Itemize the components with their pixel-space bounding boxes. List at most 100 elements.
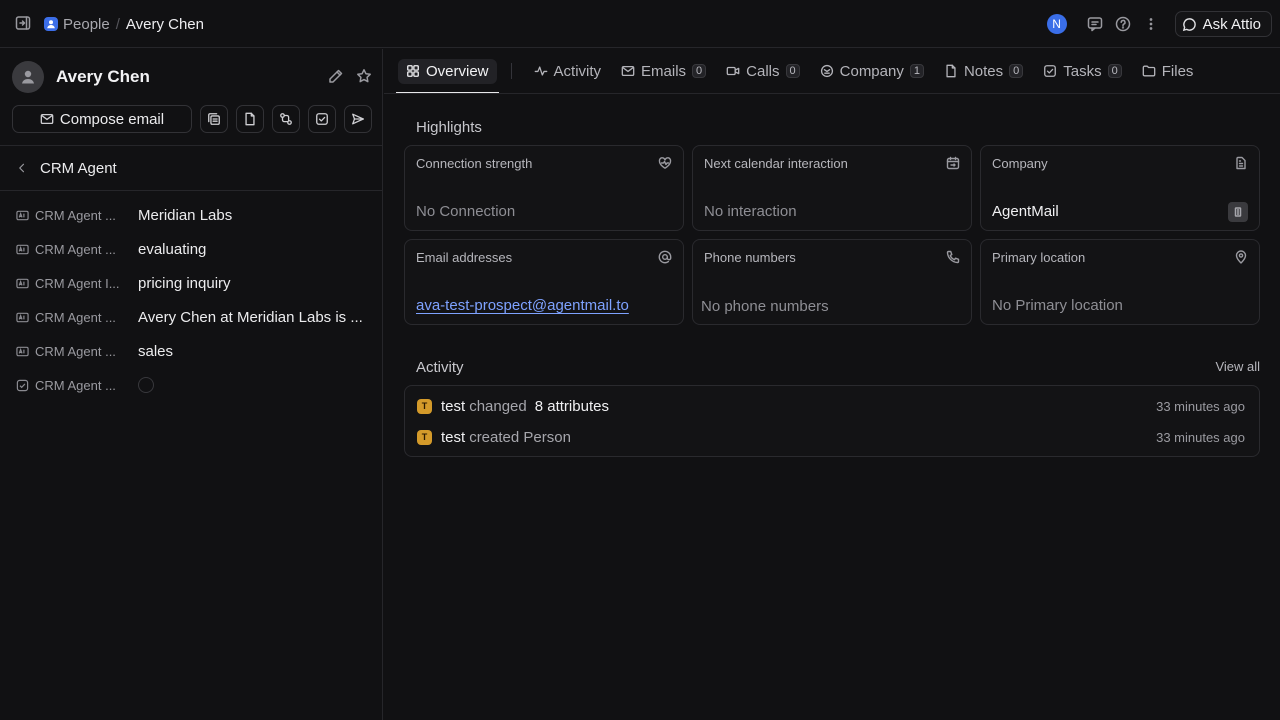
company-icon bbox=[820, 64, 833, 78]
chat-bubble-icon bbox=[1182, 17, 1196, 31]
tab-overview[interactable]: Overview bbox=[396, 49, 499, 93]
compose-email-button[interactable]: Compose email bbox=[12, 105, 192, 133]
add-task-button[interactable] bbox=[308, 105, 336, 133]
attribute-label: CRM Agent ... bbox=[35, 377, 116, 393]
email-link[interactable]: ava-test-prospect@agentmail.to bbox=[416, 297, 629, 314]
edit-pencil-icon[interactable] bbox=[328, 68, 344, 84]
activity-actor[interactable]: test bbox=[441, 429, 465, 446]
checkbox-attribute-icon bbox=[16, 379, 29, 391]
building-icon bbox=[1234, 156, 1248, 170]
attribute-label: CRM Agent ... bbox=[35, 207, 116, 223]
text-attribute-icon bbox=[16, 346, 29, 356]
highlight-card-next-calendar[interactable]: Next calendar interaction No interaction bbox=[692, 145, 972, 231]
send-icon bbox=[352, 113, 364, 125]
attribute-checkbox[interactable] bbox=[138, 377, 154, 393]
activity-feed: T test changed 8 attributes 33 minutes a… bbox=[404, 385, 1260, 457]
record-main: Overview Activity Emails 0 Calls 0 Compa… bbox=[384, 49, 1280, 720]
actor-avatar: T bbox=[417, 398, 432, 414]
user-avatar[interactable]: N bbox=[1046, 14, 1067, 34]
tab-company[interactable]: Company 1 bbox=[810, 49, 934, 93]
attribute-value[interactable]: Meridian Labs bbox=[138, 207, 232, 224]
pulse-icon bbox=[534, 66, 547, 76]
highlight-card-connection-strength[interactable]: Connection strength No Connection bbox=[404, 145, 684, 231]
view-all-link[interactable]: View all bbox=[1215, 359, 1260, 374]
add-note-button[interactable] bbox=[236, 105, 264, 133]
help-icon[interactable] bbox=[1115, 16, 1131, 32]
tab-count-badge: 0 bbox=[692, 64, 707, 78]
crm-agent-section-header[interactable]: CRM Agent bbox=[16, 146, 117, 190]
tab-count-badge: 0 bbox=[1009, 64, 1024, 78]
ask-attio-button[interactable]: Ask Attio bbox=[1174, 11, 1272, 37]
phone-icon bbox=[946, 250, 960, 264]
record-tabs: Overview Activity Emails 0 Calls 0 Compa… bbox=[396, 49, 1203, 93]
actor-avatar: T bbox=[417, 429, 432, 445]
attribute-list: CRM Agent ... Meridian Labs CRM Agent ..… bbox=[0, 198, 383, 402]
ask-attio-label: Ask Attio bbox=[1202, 15, 1261, 33]
card-value[interactable]: AgentMail bbox=[992, 203, 1059, 220]
card-title: Next calendar interaction bbox=[704, 156, 848, 171]
mail-icon bbox=[40, 113, 54, 125]
tab-label: Notes bbox=[963, 62, 1004, 80]
tab-calls[interactable]: Calls 0 bbox=[716, 49, 809, 93]
tab-emails[interactable]: Emails 0 bbox=[611, 49, 716, 93]
tab-files[interactable]: Files bbox=[1132, 49, 1204, 93]
more-options-icon[interactable] bbox=[1143, 16, 1159, 32]
tab-notes[interactable]: Notes 0 bbox=[934, 49, 1033, 93]
breadcrumb-separator: / bbox=[115, 15, 120, 33]
workflow-icon bbox=[280, 113, 292, 125]
breadcrumb-current-record: Avery Chen bbox=[125, 15, 204, 33]
chevron-left-icon[interactable] bbox=[16, 162, 28, 174]
card-value: No phone numbers bbox=[701, 298, 829, 315]
workflow-button[interactable] bbox=[272, 105, 300, 133]
attribute-row[interactable]: CRM Agent ... Avery Chen at Meridian Lab… bbox=[0, 300, 383, 334]
tab-label: Overview bbox=[426, 62, 489, 80]
mail-icon bbox=[621, 65, 635, 77]
grid-icon bbox=[407, 65, 419, 77]
tab-label: Calls bbox=[746, 62, 780, 80]
tab-label: Tasks bbox=[1063, 62, 1102, 80]
record-header: Avery Chen bbox=[12, 61, 372, 93]
sidebar-toggle-icon[interactable] bbox=[15, 15, 31, 31]
attribute-row[interactable]: CRM Agent ... evaluating bbox=[0, 232, 383, 266]
task-check-icon bbox=[316, 113, 328, 125]
activity-actor[interactable]: test bbox=[441, 398, 465, 415]
activity-timestamp: 33 minutes ago bbox=[1156, 429, 1245, 445]
card-value: No interaction bbox=[704, 203, 797, 220]
record-name: Avery Chen bbox=[56, 67, 150, 86]
text-attribute-icon bbox=[16, 278, 29, 288]
activity-item[interactable]: T test changed 8 attributes 33 minutes a… bbox=[417, 396, 1245, 416]
tab-activity[interactable]: Activity bbox=[524, 49, 612, 93]
highlight-card-primary-location[interactable]: Primary location No Primary location bbox=[980, 239, 1260, 325]
highlight-card-phone-numbers[interactable]: Phone numbers No phone numbers bbox=[692, 239, 972, 325]
attribute-value[interactable]: pricing inquiry bbox=[138, 275, 231, 292]
send-button[interactable] bbox=[344, 105, 372, 133]
activity-object[interactable]: 8 attributes bbox=[535, 398, 609, 415]
activity-item[interactable]: T test created Person 33 minutes ago bbox=[417, 427, 1245, 447]
attribute-row[interactable]: CRM Agent ... Meridian Labs bbox=[0, 198, 383, 232]
card-title: Primary location bbox=[992, 250, 1086, 265]
company-logo-icon bbox=[1228, 202, 1248, 222]
card-title: Company bbox=[992, 156, 1048, 171]
record-sidebar: Avery Chen Compose email CRM Agent CRM A… bbox=[0, 49, 383, 720]
tab-tasks[interactable]: Tasks 0 bbox=[1033, 49, 1131, 93]
attribute-row[interactable]: CRM Agent ... bbox=[0, 368, 383, 402]
attribute-value[interactable]: Avery Chen at Meridian Labs is ... bbox=[138, 309, 363, 326]
breadcrumb: People / Avery Chen bbox=[44, 0, 204, 48]
attribute-row[interactable]: CRM Agent ... sales bbox=[0, 334, 383, 368]
attribute-value[interactable]: evaluating bbox=[138, 241, 206, 258]
highlight-card-company[interactable]: Company AgentMail bbox=[980, 145, 1260, 231]
favorite-star-icon[interactable] bbox=[356, 68, 372, 84]
heart-pulse-icon bbox=[658, 156, 672, 170]
highlight-card-email-addresses[interactable]: Email addresses ava-test-prospect@agentm… bbox=[404, 239, 684, 325]
video-icon bbox=[726, 66, 740, 76]
tab-count-badge: 0 bbox=[1107, 64, 1122, 78]
card-title: Phone numbers bbox=[704, 250, 796, 265]
add-to-list-button[interactable] bbox=[200, 105, 228, 133]
comments-icon[interactable] bbox=[1087, 16, 1103, 32]
breadcrumb-people[interactable]: People bbox=[44, 16, 110, 33]
attribute-label: CRM Agent ... bbox=[35, 241, 116, 257]
attribute-value[interactable]: sales bbox=[138, 343, 173, 360]
attribute-row[interactable]: CRM Agent I... pricing inquiry bbox=[0, 266, 383, 300]
breadcrumb-people-label: People bbox=[63, 15, 110, 33]
divider bbox=[0, 190, 383, 191]
